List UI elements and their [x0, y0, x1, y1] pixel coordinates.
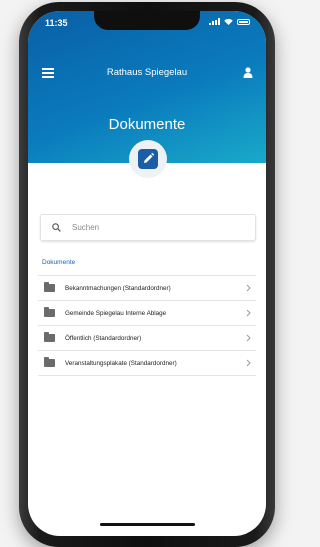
list-item-label: Veranstaltungsplakate (Standardordner): [65, 359, 177, 367]
list-item-label: Öffentlich (Standardordner): [65, 334, 142, 342]
battery-icon: [237, 18, 250, 25]
notch: [94, 11, 200, 30]
user-icon[interactable]: [243, 67, 253, 78]
list-item[interactable]: Öffentlich (Standardordner): [38, 326, 256, 351]
list-item[interactable]: Gemeinde Spiegelau Interne Ablage: [38, 301, 256, 326]
chevron-right-icon: [246, 334, 251, 342]
signal-icon: [209, 18, 220, 25]
list-item[interactable]: Veranstaltungsplakate (Standardordner): [38, 351, 256, 376]
wifi-icon: [224, 18, 233, 25]
edit-document-icon: [129, 140, 167, 178]
folder-icon: [44, 282, 55, 292]
folder-icon: [44, 307, 55, 317]
page-title: Dokumente: [108, 116, 186, 133]
list-item-label: Gemeinde Spiegelau Interne Ablage: [65, 309, 167, 317]
list-item[interactable]: Bekanntmachungen (Standardordner): [38, 275, 256, 301]
section-label: Dokumente: [42, 259, 76, 266]
search-field[interactable]: [40, 214, 256, 241]
search-icon: [52, 223, 61, 232]
search-input[interactable]: [70, 222, 234, 233]
chevron-right-icon: [246, 284, 251, 292]
list-item-label: Bekanntmachungen (Standardordner): [65, 284, 171, 292]
chevron-right-icon: [246, 309, 251, 317]
app-screen: 11:35 Rathaus Spiegelau Dokumente Dokume…: [28, 11, 266, 536]
status-time: 11:35: [45, 18, 68, 28]
status-icons: [209, 18, 250, 25]
folder-icon: [44, 357, 55, 367]
chevron-right-icon: [246, 359, 251, 367]
folder-list: Bekanntmachungen (Standardordner) Gemein…: [38, 275, 256, 376]
app-title: Rathaus Spiegelau: [106, 67, 188, 78]
home-indicator[interactable]: [100, 523, 195, 526]
phone-frame: 11:35 Rathaus Spiegelau Dokumente Dokume…: [19, 2, 275, 547]
folder-icon: [44, 332, 55, 342]
